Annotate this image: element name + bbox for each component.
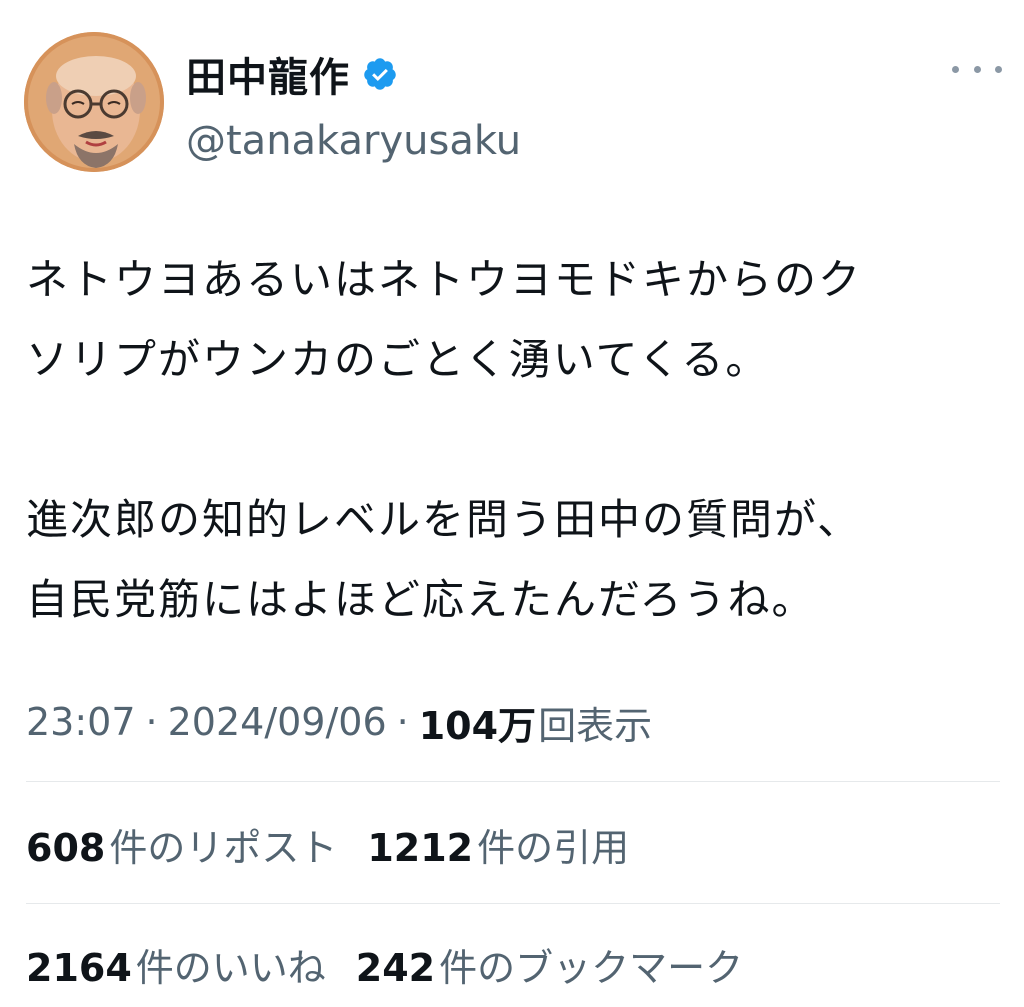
verified-badge-icon — [362, 56, 398, 92]
tweet-time[interactable]: 23:07 — [26, 700, 136, 744]
engagement-row: 2164 件のいいね 242 件のブックマーク — [26, 934, 773, 994]
more-options-icon[interactable] — [952, 54, 1002, 84]
quotes-label: 件の引用 — [477, 825, 630, 870]
tweet-meta: 23:07 · 2024/09/06 · 104万 回表示 — [26, 692, 652, 752]
display-name[interactable]: 田中龍作 — [186, 45, 350, 103]
bookmarks-count: 242 — [355, 945, 436, 990]
engagement-row: 608 件のリポスト 1212 件の引用 — [26, 814, 659, 874]
user-handle[interactable]: @tanakaryusaku — [186, 118, 521, 164]
tweet-detail: 田中龍作 @tanakaryusaku ネトウヨあるいはネトウヨモドキからのク … — [0, 0, 1024, 1007]
meta-separator: · — [145, 700, 158, 744]
views-label: 回表示 — [538, 703, 653, 748]
reposts-count: 608 — [26, 825, 106, 870]
views-count: 104万 — [418, 703, 537, 748]
tweet-header: 田中龍作 @tanakaryusaku — [24, 30, 1002, 175]
more-dot — [952, 65, 959, 73]
likes-count: 2164 — [26, 945, 132, 990]
tweet-line: 進次郎の知的レベルを問う田中の質問が、 — [26, 495, 862, 544]
reposts-label: 件のリポスト — [109, 825, 338, 870]
avatar-illustration — [24, 32, 164, 172]
tweet-line: 自民党筋にはよほど応えたんだろうね。 — [26, 575, 816, 624]
meta-separator: · — [396, 700, 409, 744]
tweet-date[interactable]: 2024/09/06 — [168, 700, 387, 744]
name-row: 田中龍作 — [186, 44, 398, 104]
more-dot — [995, 65, 1002, 73]
divider — [26, 903, 1000, 904]
reposts-stat[interactable]: 608 件のリポスト — [26, 817, 337, 872]
more-dot — [973, 65, 981, 73]
likes-label: 件のいいね — [135, 945, 326, 990]
bookmarks-label: 件のブックマーク — [439, 945, 744, 990]
quotes-count: 1212 — [367, 825, 474, 870]
likes-stat[interactable]: 2164 件のいいね — [26, 937, 326, 992]
tweet-line: ソリプがウンカのごとく湧いてくる。 — [26, 335, 770, 384]
tweet-line: ネトウヨあるいはネトウヨモドキからのク — [26, 255, 863, 304]
quotes-stat[interactable]: 1212 件の引用 — [367, 817, 629, 872]
avatar[interactable] — [24, 32, 164, 172]
divider — [26, 781, 1000, 782]
bookmarks-stat[interactable]: 242 件のブックマーク — [356, 937, 743, 992]
tweet-text: ネトウヨあるいはネトウヨモドキからのク ソリプがウンカのごとく湧いてくる。 進次… — [26, 240, 986, 640]
